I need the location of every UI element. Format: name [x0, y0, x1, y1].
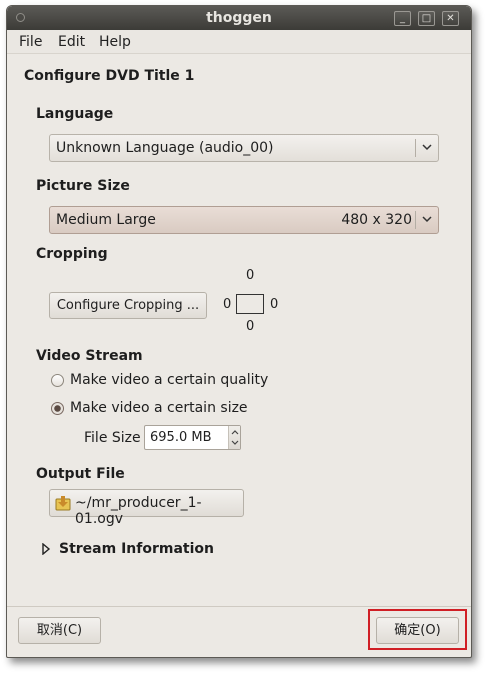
dialog-window: thoggen _ □ ✕ File Edit Help Configure D… — [6, 5, 472, 658]
menu-file[interactable]: File — [19, 34, 42, 50]
dialog-content: Configure DVD Title 1 Language Unknown L… — [7, 54, 471, 657]
title-bar[interactable]: thoggen _ □ ✕ — [7, 6, 471, 30]
chevron-down-icon — [422, 216, 432, 223]
combo-separator — [415, 211, 416, 229]
quality-radio-label[interactable]: Make video a certain quality — [70, 372, 268, 388]
crop-top-value: 0 — [246, 268, 255, 283]
crop-right-value: 0 — [270, 297, 279, 312]
picture-size-resolution: 480 x 320 — [341, 212, 412, 228]
output-file-heading: Output File — [36, 466, 125, 482]
crop-left-value: 0 — [223, 297, 232, 312]
spin-buttons[interactable] — [228, 426, 240, 449]
footer-divider — [7, 606, 471, 607]
ok-button-highlight — [368, 609, 467, 650]
quality-radio[interactable] — [51, 374, 64, 387]
picture-size-combo[interactable]: Medium Large 480 x 320 — [49, 206, 439, 234]
language-heading: Language — [36, 106, 114, 122]
output-file-path: ~/mr_producer_1-01.ogv — [75, 495, 202, 527]
cancel-button[interactable]: 取消(C) — [18, 617, 101, 644]
configure-cropping-button[interactable]: Configure Cropping ... — [49, 292, 207, 319]
file-size-value[interactable]: 695.0 MB — [150, 430, 211, 445]
maximize-button[interactable]: □ — [418, 11, 435, 26]
picture-size-selected: Medium Large — [56, 212, 156, 228]
chevron-down-icon — [422, 144, 432, 151]
stream-information-expander[interactable]: Stream Information — [59, 541, 214, 557]
close-button[interactable]: ✕ — [442, 11, 459, 26]
download-file-icon — [55, 496, 71, 511]
minimize-button[interactable]: _ — [394, 11, 411, 26]
combo-separator — [415, 139, 416, 157]
menu-edit[interactable]: Edit — [58, 34, 85, 50]
cropping-heading: Cropping — [36, 246, 108, 262]
size-radio[interactable] — [51, 402, 64, 415]
file-size-spinbutton[interactable]: 695.0 MB — [144, 425, 241, 450]
page-title: Configure DVD Title 1 — [24, 68, 195, 84]
file-size-label: File Size — [84, 430, 141, 446]
picture-size-heading: Picture Size — [36, 178, 130, 194]
video-stream-heading: Video Stream — [36, 348, 143, 364]
crop-preview-box — [236, 294, 264, 314]
menu-bar: File Edit Help — [7, 30, 471, 54]
spin-arrows-icon[interactable] — [229, 426, 241, 449]
output-file-chooser[interactable]: ~/mr_producer_1-01.ogv — [49, 489, 244, 527]
menu-help[interactable]: Help — [99, 34, 131, 50]
crop-bottom-value: 0 — [246, 319, 255, 334]
language-selected: Unknown Language (audio_00) — [56, 140, 274, 156]
size-radio-label[interactable]: Make video a certain size — [70, 400, 248, 416]
expander-arrow-icon[interactable] — [41, 543, 51, 555]
language-combo[interactable]: Unknown Language (audio_00) — [49, 134, 439, 162]
